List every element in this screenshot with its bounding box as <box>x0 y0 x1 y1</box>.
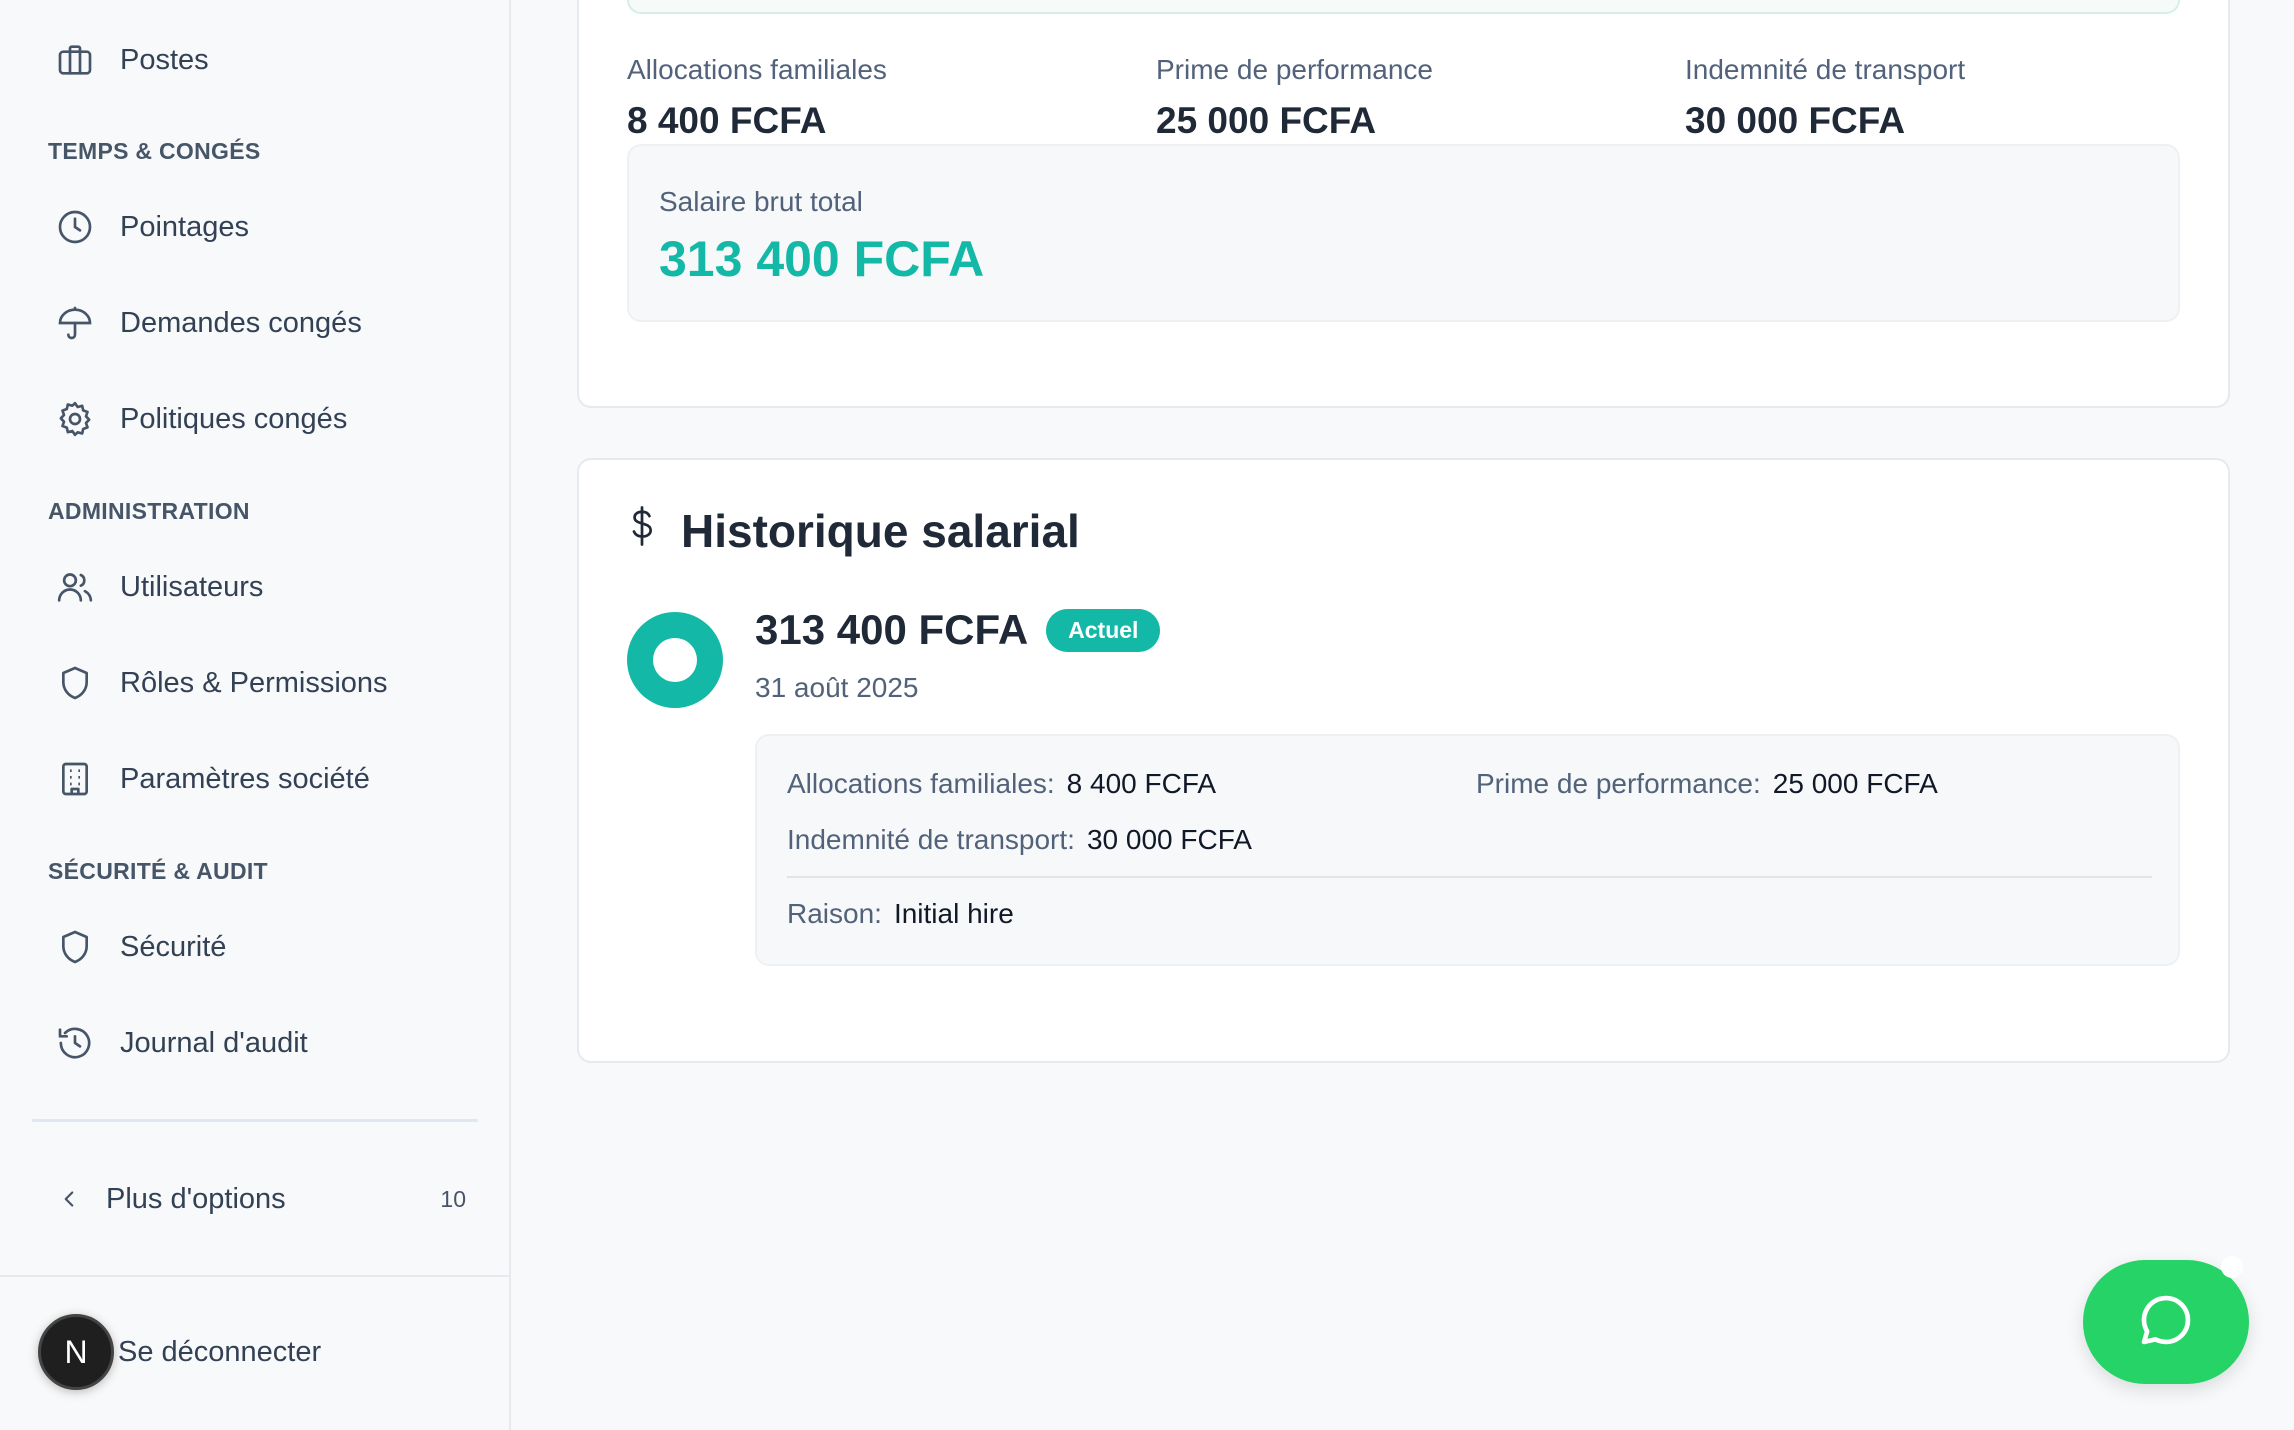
detail-key: Indemnité de transport: <box>787 824 1075 855</box>
sidebar-item-utilisateurs[interactable]: Utilisateurs <box>52 557 263 617</box>
history-title: Historique salarial <box>627 504 1080 558</box>
salary-history-card: Historique salarial 313 400 FCFA Actuel … <box>577 458 2230 1063</box>
sidebar-item-securite[interactable]: Sécurité <box>52 917 226 977</box>
detail-allocations: Allocations familiales: 8 400 FCFA <box>787 768 1216 800</box>
detail-value: 30 000 FCFA <box>1086 824 1252 855</box>
gross-salary-value: 313 400 FCFA <box>659 231 985 287</box>
chat-bubble-icon <box>2135 1289 2197 1356</box>
detail-key: Raison: <box>787 898 882 929</box>
sidebar-item-parametres-societe[interactable]: Paramètres société <box>52 749 370 809</box>
sidebar-item-label: Pointages <box>120 210 249 243</box>
detail-divider <box>787 876 2152 878</box>
building-icon <box>52 756 98 802</box>
clock-icon <box>52 204 98 250</box>
sidebar-item-label: Politiques congés <box>120 402 348 435</box>
detail-key: Allocations familiales: <box>787 768 1055 799</box>
sidebar: Postes TEMPS & CONGÉS Pointages Demandes… <box>0 0 511 1430</box>
stat-prime-performance: Prime de performance 25 000 FCFA <box>1156 54 1433 142</box>
sidebar-item-label: Demandes congés <box>120 306 362 339</box>
history-entry-date: 31 août 2025 <box>755 672 919 703</box>
sidebar-item-label: Paramètres société <box>120 762 370 795</box>
detail-prime: Prime de performance: 25 000 FCFA <box>1476 768 1938 800</box>
sidebar-item-roles-permissions[interactable]: Rôles & Permissions <box>52 653 388 713</box>
sidebar-item-label: Sécurité <box>120 930 227 963</box>
detail-value: Initial hire <box>893 898 1014 929</box>
stat-value: 25 000 FCFA <box>1156 100 1377 141</box>
detail-key: Prime de performance: <box>1476 768 1761 799</box>
sidebar-divider <box>32 1119 478 1122</box>
sidebar-item-postes[interactable]: Postes <box>52 30 209 90</box>
more-options-button[interactable]: Plus d'options 10 <box>56 1168 466 1230</box>
logout-label: Se déconnecter <box>118 1335 322 1368</box>
chat-button[interactable] <box>2083 1260 2249 1384</box>
timeline-dot <box>627 612 723 708</box>
detail-reason: Raison: Initial hire <box>787 898 1014 930</box>
sidebar-item-demandes-conges[interactable]: Demandes congés <box>52 293 362 353</box>
sidebar-item-politiques-conges[interactable]: Politiques congés <box>52 389 347 449</box>
history-title-text: Historique salarial <box>681 505 1080 557</box>
top-strip <box>627 0 2180 14</box>
umbrella-icon <box>52 300 98 346</box>
history-entry-header: 313 400 FCFA Actuel <box>755 606 1161 654</box>
more-options-count: 10 <box>440 1185 466 1212</box>
briefcase-icon <box>52 37 98 83</box>
section-title-securite-audit: SÉCURITÉ & AUDIT <box>48 858 268 884</box>
detail-value: 8 400 FCFA <box>1066 768 1217 799</box>
stat-value: 8 400 FCFA <box>627 100 827 141</box>
dollar-icon <box>627 505 657 557</box>
users-icon <box>52 564 98 610</box>
more-options-label: Plus d'options <box>106 1182 286 1215</box>
history-entry-amount: 313 400 FCFA <box>755 606 1029 653</box>
gear-icon <box>52 396 98 442</box>
stat-allocations-familiales: Allocations familiales 8 400 FCFA <box>627 54 887 142</box>
sidebar-item-journal-audit[interactable]: Journal d'audit <box>52 1013 308 1073</box>
shield-icon <box>52 660 98 706</box>
sidebar-item-label: Postes <box>120 43 209 76</box>
gross-salary-box: Salaire brut total 313 400 FCFA <box>627 144 2180 322</box>
sidebar-item-pointages[interactable]: Pointages <box>52 197 249 257</box>
stat-label: Indemnité de transport <box>1685 54 1966 85</box>
stat-label: Allocations familiales <box>627 54 887 85</box>
status-badge: Actuel <box>1046 608 1161 652</box>
sidebar-item-label: Utilisateurs <box>120 570 264 603</box>
sidebar-bottom-divider <box>0 1275 510 1277</box>
history-entry-details: Allocations familiales: 8 400 FCFA Prime … <box>755 734 2180 966</box>
logout-button[interactable]: N Se déconnecter <box>38 1314 321 1390</box>
sidebar-item-label: Journal d'audit <box>120 1026 308 1059</box>
avatar[interactable]: N <box>38 1314 114 1390</box>
stat-value: 30 000 FCFA <box>1685 100 1906 141</box>
section-title-administration: ADMINISTRATION <box>48 498 250 524</box>
stat-indemnite-transport: Indemnité de transport 30 000 FCFA <box>1685 54 1965 142</box>
history-icon <box>52 1020 98 1066</box>
detail-transport: Indemnité de transport: 30 000 FCFA <box>787 824 1252 856</box>
chevron-left-icon <box>56 1186 86 1212</box>
section-title-temps: TEMPS & CONGÉS <box>48 138 261 164</box>
stat-label: Prime de performance <box>1156 54 1434 85</box>
salary-summary-card: Allocations familiales 8 400 FCFA Prime … <box>577 0 2230 408</box>
detail-value: 25 000 FCFA <box>1772 768 1938 799</box>
gross-salary-label: Salaire brut total <box>659 186 863 217</box>
chat-notification-dot <box>2221 1256 2243 1278</box>
sidebar-item-label: Rôles & Permissions <box>120 666 388 699</box>
shield-icon <box>52 924 98 970</box>
